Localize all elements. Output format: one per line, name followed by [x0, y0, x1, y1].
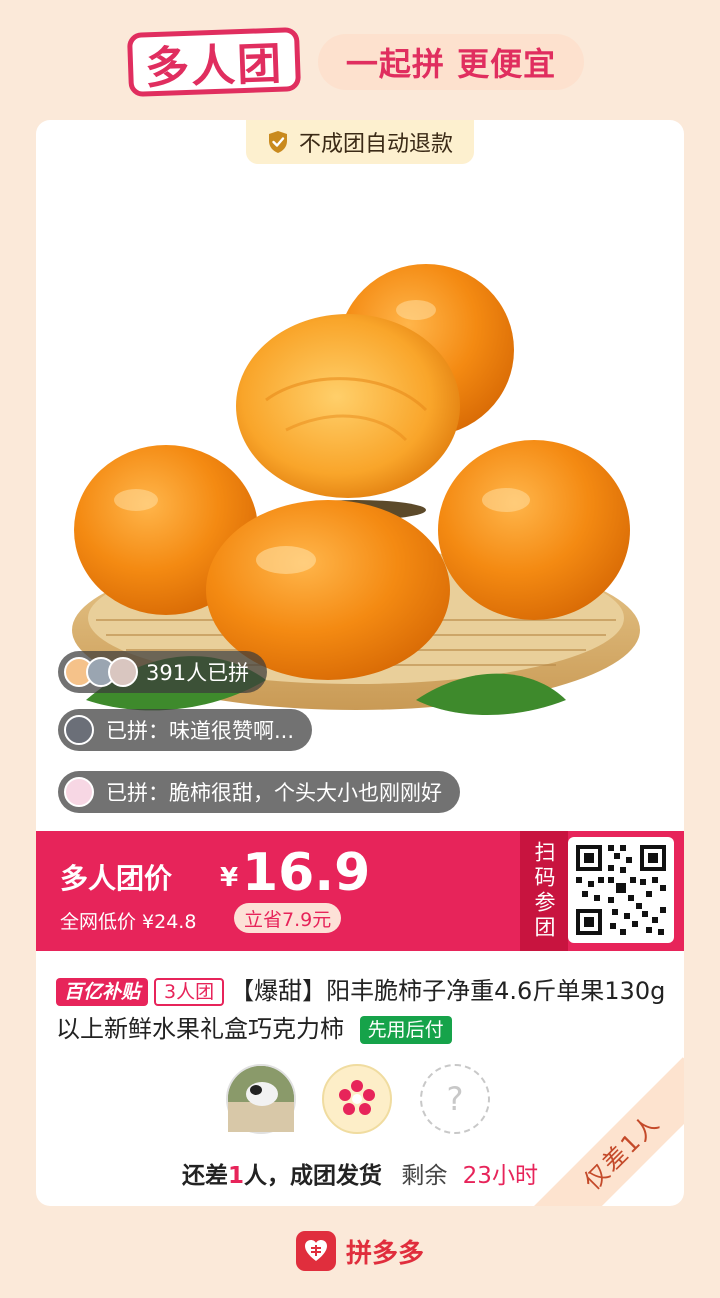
- member-avatar: [226, 1064, 296, 1134]
- logo-text: 多人团: [144, 38, 285, 95]
- persimmon-right: [438, 440, 630, 620]
- pinduoduo-logo-icon: [295, 1231, 336, 1271]
- group-members: ?: [226, 1064, 494, 1138]
- shield-check-icon: [268, 131, 287, 153]
- header: 多人团 一起拼 更便宜: [0, 0, 720, 110]
- scan-to-join-label: 扫码参团: [520, 831, 568, 951]
- flower-avatar-icon: [339, 1080, 375, 1115]
- review-bubble: 已拼：味道很赞啊...: [58, 709, 313, 751]
- product-title[interactable]: 百亿补贴 3人团 【爆甜】阳丰脆柿子净重4.6斤单果130g以上新鲜水果礼盒巧克力柿…: [56, 972, 666, 1048]
- remain-time: 23小时: [462, 1163, 538, 1189]
- remain-label: 剩余: [401, 1163, 448, 1189]
- slogan-text: 一起拼 更便宜: [345, 45, 557, 83]
- qr-code[interactable]: [568, 837, 674, 943]
- need-suffix: 人，成团发货: [244, 1163, 383, 1189]
- review-bubble: 已拼：脆柿很甜，个头大小也刚刚好: [58, 771, 460, 813]
- avatar-stack: [64, 657, 138, 687]
- save-badge: 立省7.9元: [234, 903, 342, 933]
- refund-badge: 不成团自动退款: [246, 120, 474, 164]
- joined-count-bubble: 391人已拼: [58, 651, 268, 693]
- qr-code-icon: [576, 845, 666, 935]
- subsidy-tag: 百亿补贴: [56, 978, 149, 1006]
- price-bar[interactable]: 多人团价 ¥ 16.9 全网低价 ¥24.8 立省7.9元 扫码参团: [36, 831, 684, 951]
- group-buy-logo: 多人团: [126, 27, 302, 97]
- group-buy-card[interactable]: 不成团自动退款 391人已拼 已拼：味道很赞啊... 已拼：脆柿很甜，个头大小也…: [36, 120, 684, 1206]
- lowest-price: 全网低价 ¥24.8: [60, 911, 197, 933]
- pay-later-tag: 先用后付: [359, 1016, 452, 1044]
- empty-member-slot[interactable]: ?: [420, 1064, 490, 1134]
- slogan-pill: 一起拼 更便宜: [318, 34, 584, 90]
- persimmon-cut: [236, 314, 460, 498]
- avatar: [64, 715, 94, 745]
- price-label: 多人团价: [60, 862, 173, 895]
- avatar: [64, 777, 94, 807]
- brand-name: 拼多多: [345, 1238, 424, 1269]
- footer-brand: 拼多多: [0, 1226, 720, 1276]
- bubble-text: 已拼：味道很赞啊...: [106, 719, 295, 743]
- avatar: [108, 657, 138, 687]
- group-size-tag: 3人团: [154, 978, 225, 1006]
- bubble-text: 391人已拼: [146, 661, 250, 685]
- refund-text: 不成团自动退款: [298, 132, 453, 157]
- need-count: 1: [228, 1163, 245, 1189]
- question-mark-icon: ?: [446, 1080, 464, 1118]
- bubble-text: 已拼：脆柿很甜，个头大小也刚刚好: [106, 781, 442, 805]
- cat-avatar-icon: [228, 1066, 294, 1132]
- group-price: 16.9: [242, 843, 371, 903]
- member-avatar: [322, 1064, 392, 1134]
- currency-symbol: ¥: [220, 863, 239, 893]
- need-prefix: 还差: [182, 1163, 229, 1189]
